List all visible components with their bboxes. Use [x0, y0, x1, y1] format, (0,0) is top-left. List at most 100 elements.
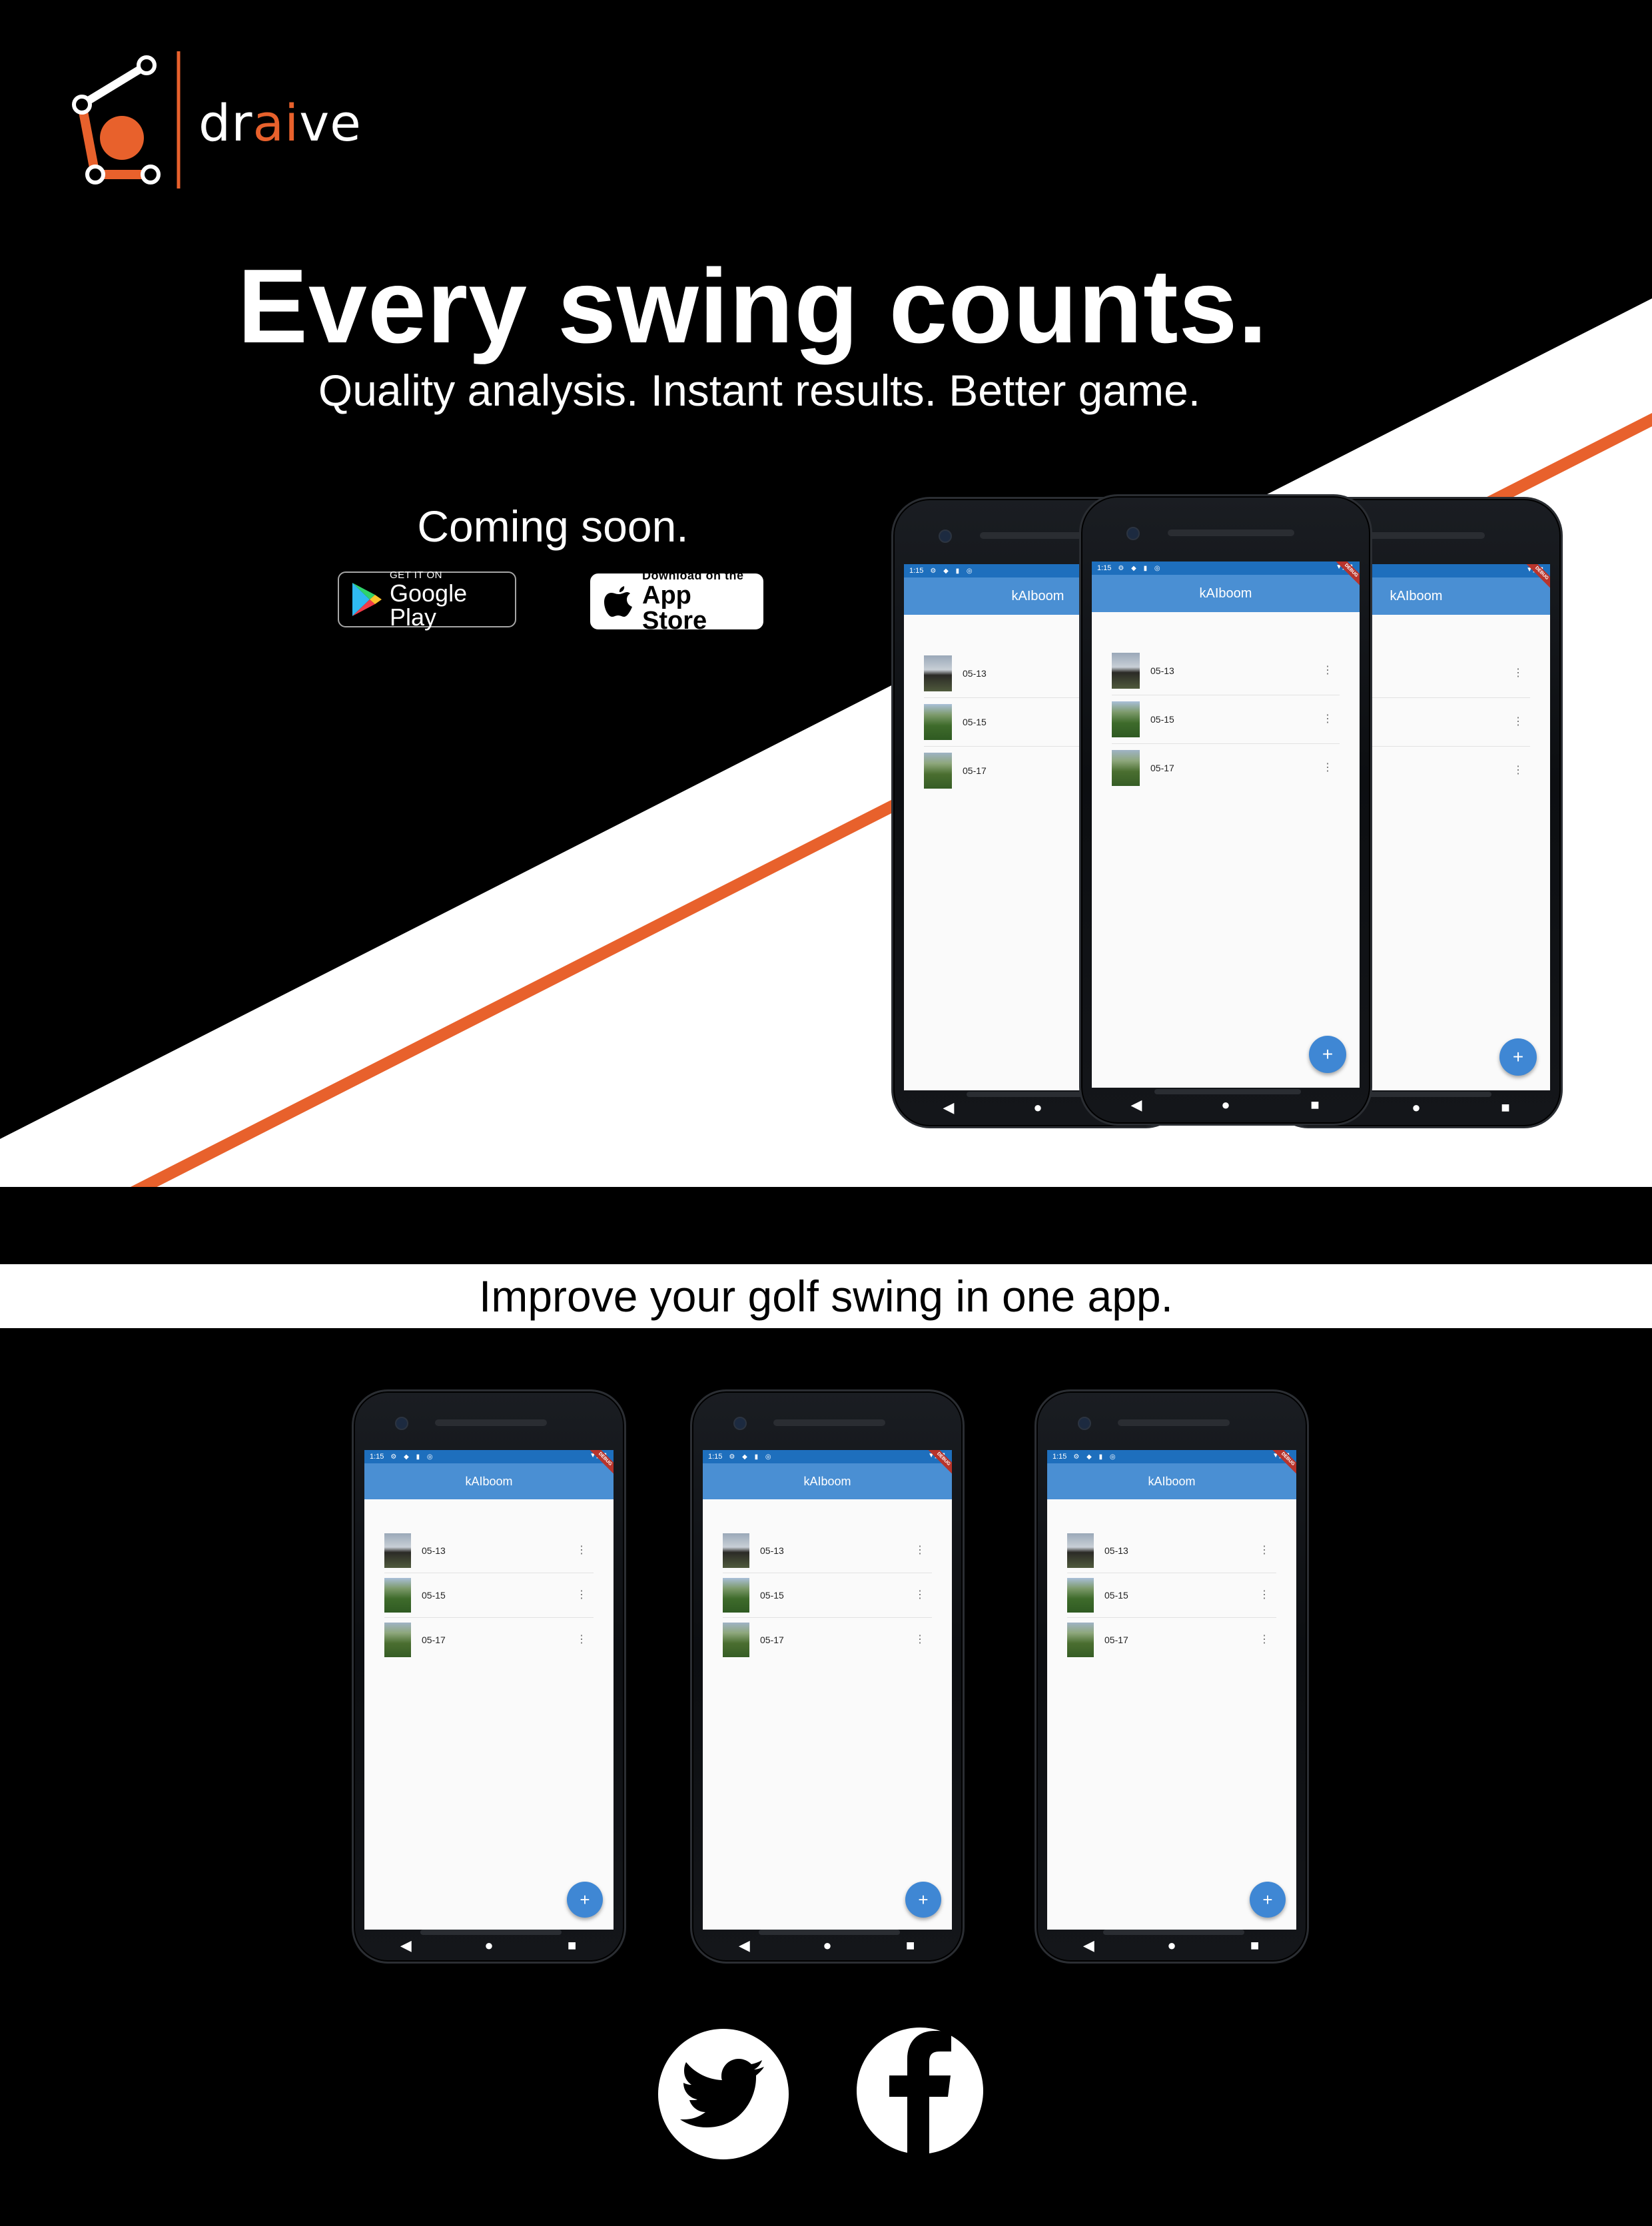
list-item[interactable]: 05-13 ⋮ — [384, 1529, 594, 1573]
more-vert-icon[interactable]: ⋮ — [1513, 668, 1523, 679]
apple-icon — [604, 586, 632, 617]
recents-nav-icon[interactable]: ■ — [559, 1937, 586, 1954]
home-nav-icon[interactable]: ● — [1158, 1937, 1185, 1954]
home-nav-icon[interactable]: ● — [814, 1937, 841, 1954]
swing-thumbnail — [1112, 653, 1140, 689]
session-list: 05-13 ⋮ 05-15 ⋮ 05-17 ⋮ — [1067, 1529, 1276, 1662]
brand-name-prefix: dr — [199, 93, 253, 153]
item-date: 05-17 — [760, 1635, 784, 1645]
more-vert-icon[interactable]: ⋮ — [1322, 714, 1333, 725]
back-nav-icon[interactable]: ◀ — [1075, 1937, 1102, 1954]
more-vert-icon[interactable]: ⋮ — [576, 1590, 587, 1601]
more-vert-icon[interactable]: ⋮ — [1259, 1545, 1270, 1556]
phone-mockup-feature-1: 1:15⚙ ◆ ▮ ◎▼◢ ▮DEBUG kAIboom 05-13⋮ 05-1… — [352, 1389, 626, 1964]
add-button[interactable]: + — [905, 1882, 941, 1918]
list-item[interactable]: 05-15 ⋮ — [384, 1573, 594, 1618]
recents-nav-icon[interactable]: ■ — [1302, 1096, 1328, 1114]
headline: Every swing counts. — [237, 248, 1268, 365]
google-play-badge[interactable]: GET IT ON Google Play — [338, 569, 516, 629]
phone-mockup-hero-center: 1:15⚙ ◆ ▮ ◎▼◢ ▮DEBUG kAIboom 05-13⋮ 05-1… — [1079, 494, 1372, 1126]
google-play-small-label: GET IT ON — [390, 569, 442, 581]
landing-page: draive Every swing counts. Quality analy… — [0, 0, 1652, 2226]
more-vert-icon[interactable]: ⋮ — [576, 1635, 587, 1645]
home-nav-icon[interactable]: ● — [1212, 1096, 1239, 1114]
recents-nav-icon[interactable]: ■ — [1492, 1099, 1519, 1116]
app-bar-title: kAIboom — [703, 1463, 952, 1499]
swing-thumbnail — [1067, 1623, 1094, 1657]
status-time: 1:15 — [1052, 1453, 1067, 1461]
phone-chin — [1154, 1089, 1301, 1094]
item-date: 05-13 — [1104, 1545, 1128, 1556]
swing-thumbnail — [723, 1623, 749, 1657]
more-vert-icon[interactable]: ⋮ — [1513, 765, 1523, 776]
item-date: 05-15 — [1104, 1590, 1128, 1601]
facebook-link[interactable] — [857, 2028, 983, 2154]
home-nav-icon[interactable]: ● — [1403, 1099, 1430, 1116]
list-item[interactable]: 05-15 ⋮ — [1067, 1573, 1276, 1618]
home-nav-icon[interactable]: ● — [1025, 1099, 1051, 1116]
list-item[interactable]: 05-17 ⋮ — [1112, 744, 1340, 792]
app-store-badge[interactable]: Download on the App Store — [590, 569, 763, 633]
status-bar: 1:15⚙ ◆ ▮ ◎▼◢ ▮DEBUG — [1047, 1450, 1296, 1479]
app-store-text: Download on the App Store — [642, 569, 762, 633]
back-nav-icon[interactable]: ◀ — [1123, 1096, 1150, 1114]
more-vert-icon[interactable]: ⋮ — [915, 1635, 925, 1645]
google-play-icon — [352, 583, 382, 616]
swing-thumbnail — [384, 1578, 411, 1613]
swing-thumbnail — [924, 753, 952, 789]
brand-wordmark: draive — [199, 93, 362, 153]
front-camera — [733, 1417, 747, 1430]
status-icons: ⚙ ◆ ▮ ◎ — [390, 1453, 436, 1461]
add-button[interactable]: + — [1250, 1882, 1286, 1918]
status-bar: 1:15⚙ ◆ ▮ ◎▼◢ ▮DEBUG — [364, 1450, 614, 1479]
item-date: 05-13 — [1150, 665, 1174, 676]
list-item[interactable]: 05-17 ⋮ — [723, 1618, 932, 1662]
add-button[interactable]: + — [1309, 1036, 1346, 1073]
phone-speaker — [1118, 1419, 1230, 1426]
back-nav-icon[interactable]: ◀ — [935, 1099, 962, 1116]
session-list: 05-13 ⋮ 05-15 ⋮ 05-17 ⋮ — [1112, 647, 1340, 792]
add-button[interactable]: + — [1499, 1038, 1537, 1076]
swing-thumbnail — [1067, 1578, 1094, 1613]
add-button[interactable]: + — [567, 1882, 603, 1918]
coming-soon-text: Coming soon. — [417, 502, 689, 551]
recents-nav-icon[interactable]: ■ — [897, 1937, 924, 1954]
item-date: 05-13 — [760, 1545, 784, 1556]
app-screen: 1:15⚙ ◆ ▮ ◎▼◢ ▮DEBUG kAIboom 05-13⋮ 05-1… — [703, 1450, 952, 1930]
more-vert-icon[interactable]: ⋮ — [1322, 665, 1333, 676]
back-nav-icon[interactable]: ◀ — [731, 1937, 757, 1954]
more-vert-icon[interactable]: ⋮ — [1322, 763, 1333, 773]
tagline-band: Improve your golf swing in one app. — [0, 1264, 1652, 1328]
list-item[interactable]: 05-13 ⋮ — [723, 1529, 932, 1573]
back-nav-icon[interactable]: ◀ — [392, 1937, 419, 1954]
list-item[interactable]: 05-15 ⋮ — [1112, 695, 1340, 744]
phone-mockup-feature-2: 1:15⚙ ◆ ▮ ◎▼◢ ▮DEBUG kAIboom 05-13⋮ 05-1… — [690, 1389, 965, 1964]
swing-thumbnail — [1067, 1533, 1094, 1568]
list-item[interactable]: 05-13 ⋮ — [1067, 1529, 1276, 1573]
recents-nav-icon[interactable]: ■ — [1242, 1937, 1268, 1954]
item-date: 05-15 — [760, 1590, 784, 1601]
front-camera — [395, 1417, 408, 1430]
app-bar-title: kAIboom — [1092, 575, 1360, 612]
more-vert-icon[interactable]: ⋮ — [1259, 1635, 1270, 1645]
list-item[interactable]: 05-17 ⋮ — [384, 1618, 594, 1662]
more-vert-icon[interactable]: ⋮ — [1513, 717, 1523, 727]
item-date: 05-17 — [422, 1635, 446, 1645]
home-nav-icon[interactable]: ● — [476, 1937, 502, 1954]
more-vert-icon[interactable]: ⋮ — [915, 1590, 925, 1601]
twitter-link[interactable] — [658, 2029, 789, 2159]
more-vert-icon[interactable]: ⋮ — [1259, 1590, 1270, 1601]
more-vert-icon[interactable]: ⋮ — [915, 1545, 925, 1556]
phone-chin — [1103, 1930, 1244, 1935]
status-icons: ⚙ ◆ ▮ ◎ — [1118, 564, 1163, 572]
more-vert-icon[interactable]: ⋮ — [576, 1545, 587, 1556]
app-screen: 1:15⚙ ◆ ▮ ◎▼◢ ▮DEBUG kAIboom 05-13⋮ 05-1… — [364, 1450, 614, 1930]
list-item[interactable]: 05-13 ⋮ — [1112, 647, 1340, 695]
swing-thumbnail — [1112, 701, 1140, 737]
list-item[interactable]: 05-15 ⋮ — [723, 1573, 932, 1618]
app-bar-title: kAIboom — [364, 1463, 614, 1499]
app-store-small-label: Download on the — [642, 569, 744, 582]
status-time: 1:15 — [708, 1453, 723, 1461]
list-item[interactable]: 05-17 ⋮ — [1067, 1618, 1276, 1662]
item-date: 05-13 — [963, 668, 987, 679]
